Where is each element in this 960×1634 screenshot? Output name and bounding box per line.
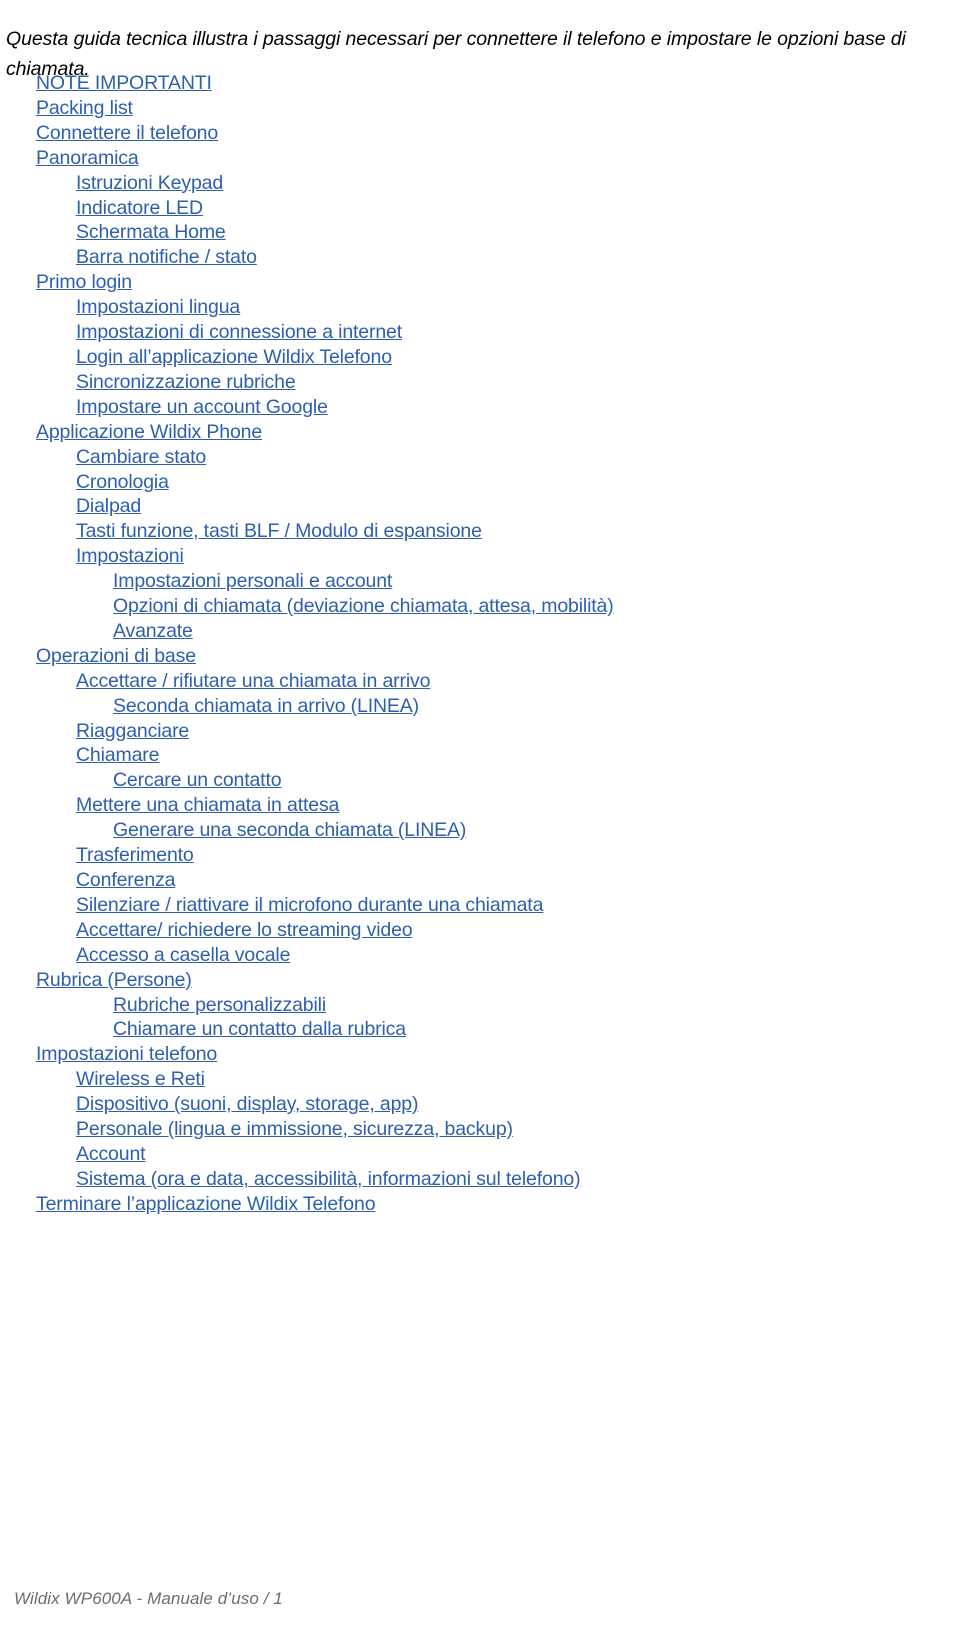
toc-link[interactable]: Packing list (36, 96, 133, 121)
toc-link[interactable]: Impostare un account Google (76, 395, 328, 420)
toc-link[interactable]: Cercare un contatto (113, 768, 282, 793)
toc-link[interactable]: Account (76, 1142, 146, 1167)
toc-link[interactable]: Impostazioni (76, 544, 184, 569)
toc-link[interactable]: Login all’applicazione Wildix Telefono (76, 345, 392, 370)
toc-link[interactable]: Impostazioni lingua (76, 295, 240, 320)
toc-link[interactable]: Impostazioni telefono (36, 1042, 217, 1067)
manual-page: Questa guida tecnica illustra i passaggi… (0, 0, 960, 1634)
toc-link[interactable]: Impostazioni di connessione a internet (76, 320, 402, 345)
toc-link[interactable]: Barra notifiche / stato (76, 245, 257, 270)
toc-link[interactable]: Cronologia (76, 470, 169, 495)
toc-link[interactable]: Wireless e Reti (76, 1067, 205, 1092)
toc-link[interactable]: Generare una seconda chiamata (LINEA) (113, 818, 466, 843)
toc-link[interactable]: Rubriche personalizzabili (113, 993, 326, 1018)
toc-link[interactable]: Accettare/ richiedere lo streaming video (76, 918, 413, 943)
toc-link[interactable]: Operazioni di base (36, 644, 196, 669)
toc-link[interactable]: Schermata Home (76, 220, 226, 245)
toc-link[interactable]: Sincronizzazione rubriche (76, 370, 296, 395)
toc-link[interactable]: Silenziare / riattivare il microfono dur… (76, 893, 543, 918)
toc-link[interactable]: Seconda chiamata in arrivo (LINEA) (113, 694, 419, 719)
toc-link[interactable]: Indicatore LED (76, 196, 203, 221)
toc-link[interactable]: Sistema (ora e data, accessibilità, info… (76, 1167, 581, 1192)
toc-link[interactable]: Cambiare stato (76, 445, 206, 470)
toc-link[interactable]: Dispositivo (suoni, display, storage, ap… (76, 1092, 418, 1117)
toc-link[interactable]: Rubrica (Persone) (36, 968, 192, 993)
toc-link[interactable]: Riagganciare (76, 719, 189, 744)
toc-link[interactable]: Chiamare un contatto dalla rubrica (113, 1017, 406, 1042)
toc-link[interactable]: NOTE IMPORTANTI (36, 71, 212, 96)
toc-link[interactable]: Avanzate (113, 619, 193, 644)
toc-link[interactable]: Applicazione Wildix Phone (36, 420, 262, 445)
toc-link[interactable]: Chiamare (76, 743, 159, 768)
toc-link[interactable]: Tasti funzione, tasti BLF / Modulo di es… (76, 519, 482, 544)
toc-link[interactable]: Conferenza (76, 868, 175, 893)
toc-link[interactable]: Primo login (36, 270, 132, 295)
toc-link[interactable]: Istruzioni Keypad (76, 171, 223, 196)
toc-link[interactable]: Connettere il telefono (36, 121, 218, 146)
toc-link[interactable]: Panoramica (36, 146, 139, 171)
page-footer: Wildix WP600A - Manuale d’uso / 1 (14, 1589, 283, 1608)
table-of-contents: NOTE IMPORTANTI Packing list Connettere il… (36, 71, 926, 1217)
toc-link[interactable]: Mettere una chiamata in attesa (76, 793, 339, 818)
toc-link[interactable]: Trasferimento (76, 843, 194, 868)
toc-link[interactable]: Accettare / rifiutare una chiamata in ar… (76, 669, 430, 694)
toc-link[interactable]: Opzioni di chiamata (deviazione chiamata… (113, 594, 614, 619)
toc-link[interactable]: Impostazioni personali e account (113, 569, 392, 594)
toc-link[interactable]: Terminare l’applicazione Wildix Telefono (36, 1192, 376, 1217)
toc-link[interactable]: Accesso a casella vocale (76, 943, 290, 968)
toc-link[interactable]: Dialpad (76, 494, 141, 519)
toc-link[interactable]: Personale (lingua e immissione, sicurezz… (76, 1117, 513, 1142)
